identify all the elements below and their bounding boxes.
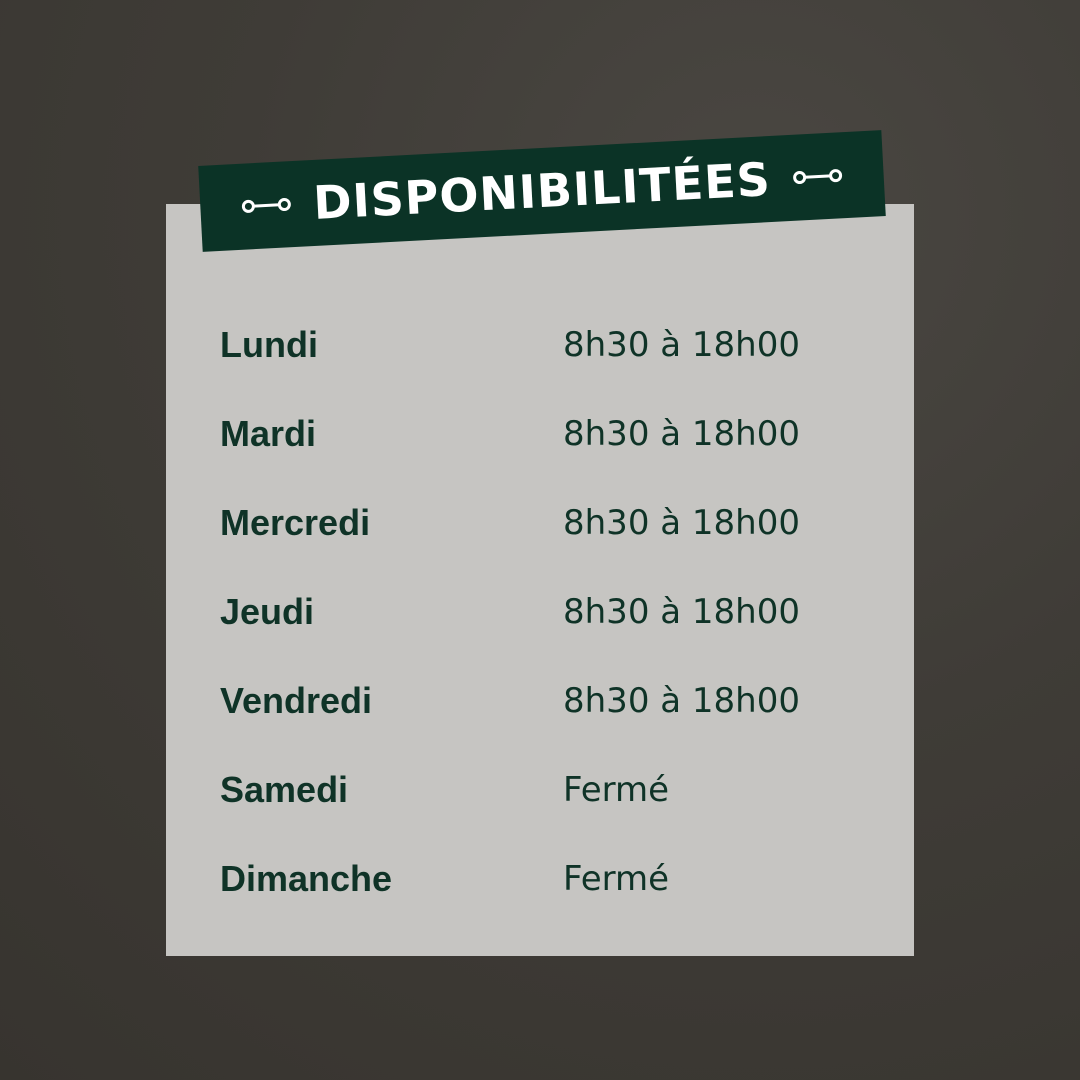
day-label: Mardi xyxy=(220,412,317,454)
hours-value: Fermé xyxy=(563,858,670,899)
hours-value: Fermé xyxy=(563,769,670,810)
schedule-row-jeudi: Jeudi 8h30 à 18h00 xyxy=(220,567,860,656)
hours-value: 8h30 à 18h00 xyxy=(563,680,800,721)
day-label: Samedi xyxy=(220,768,349,810)
banner-title: DISPONIBILITÉES xyxy=(311,152,773,230)
hours-value: 8h30 à 18h00 xyxy=(563,591,800,632)
schedule-row-vendredi: Vendredi 8h30 à 18h00 xyxy=(220,656,860,745)
day-label: Jeudi xyxy=(220,590,315,632)
hours-value: 8h30 à 18h00 xyxy=(563,502,800,543)
day-label: Vendredi xyxy=(220,679,373,721)
schedule-list: Lundi 8h30 à 18h00 Mardi 8h30 à 18h00 Me… xyxy=(220,300,860,923)
connector-icon-right xyxy=(793,169,843,185)
schedule-row-mardi: Mardi 8h30 à 18h00 xyxy=(220,389,860,478)
day-label: Dimanche xyxy=(220,857,393,899)
connector-icon-left xyxy=(241,197,291,213)
hours-value: 8h30 à 18h00 xyxy=(563,324,800,365)
day-label: Lundi xyxy=(220,323,318,365)
hours-value: 8h30 à 18h00 xyxy=(563,413,800,454)
day-label: Mercredi xyxy=(220,501,371,543)
schedule-row-lundi: Lundi 8h30 à 18h00 xyxy=(220,300,860,389)
schedule-row-mercredi: Mercredi 8h30 à 18h00 xyxy=(220,478,860,567)
schedule-row-dimanche: Dimanche Fermé xyxy=(220,834,860,923)
schedule-row-samedi: Samedi Fermé xyxy=(220,745,860,834)
